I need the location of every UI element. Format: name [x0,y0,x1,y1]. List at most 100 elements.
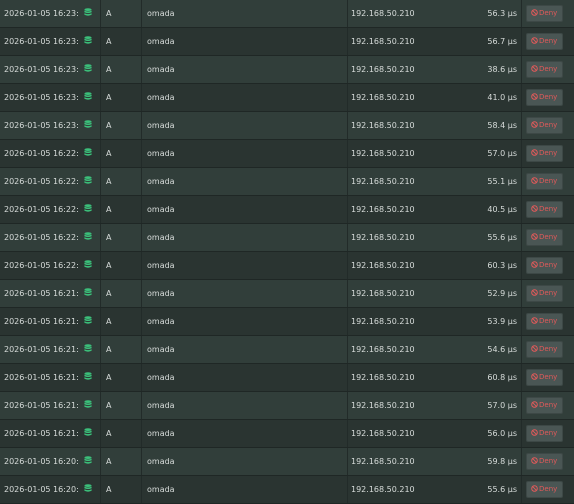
elapsed-cell: 57.0 µs [487,401,517,410]
client-cell[interactable]: omada [147,224,297,251]
ip-address-cell[interactable]: 192.168.50.210 [351,308,471,335]
ip-address-cell[interactable]: 192.168.50.210 [351,364,471,391]
query-type-cell: A [106,345,112,354]
client-cell[interactable]: omada [147,420,297,447]
client-cell[interactable]: omada [147,28,297,55]
database-icon [84,308,94,335]
deny-button[interactable]: Deny [526,397,563,414]
table-row: 2026-01-05 16:20:59 A omada 192.168.50.2… [0,448,574,476]
deny-button[interactable]: Deny [526,229,563,246]
ip-address-cell[interactable]: 192.168.50.210 [351,168,471,195]
client-cell[interactable]: omada [147,252,297,279]
database-icon [84,56,94,83]
ip-address-cell[interactable]: 192.168.50.210 [351,56,471,83]
action-cell: Deny [526,56,564,83]
table-row: 2026-01-05 16:21:59 A omada 192.168.50.2… [0,280,574,308]
deny-button-label: Deny [539,401,558,409]
block-icon [531,457,538,464]
ip-address-cell[interactable]: 192.168.50.210 [351,252,471,279]
database-icon [84,196,94,223]
ip-address-cell[interactable]: 192.168.50.210 [351,336,471,363]
deny-button[interactable]: Deny [526,313,563,330]
deny-button[interactable]: Deny [526,201,563,218]
table-row: 2026-01-05 16:23:00 A omada 192.168.50.2… [0,112,574,140]
time-cell: 2026-01-05 16:22:30 [4,205,78,214]
elapsed-cell: 55.1 µs [487,177,517,186]
elapsed-cell: 40.5 µs [487,205,517,214]
deny-button-label: Deny [539,233,558,241]
action-cell: Deny [526,448,564,475]
ip-address-cell[interactable]: 192.168.50.210 [351,224,471,251]
deny-button-label: Deny [539,345,558,353]
deny-button-label: Deny [539,457,558,465]
time-cell: 2026-01-05 16:21:09 [4,429,78,438]
block-icon [531,345,538,352]
database-icon [84,224,94,251]
deny-button[interactable]: Deny [526,61,563,78]
client-cell[interactable]: omada [147,364,297,391]
ip-address-cell[interactable]: 192.168.50.210 [351,28,471,55]
deny-button-label: Deny [539,289,558,297]
block-icon [531,93,538,100]
query-log-table: 2026-01-05 16:23:40 A omada 192.168.50.2… [0,0,574,504]
database-icon [84,140,94,167]
time-cell: 2026-01-05 16:21:39 [4,345,78,354]
client-cell[interactable]: omada [147,56,297,83]
client-cell[interactable]: omada [147,196,297,223]
time-cell: 2026-01-05 16:22:50 [4,149,78,158]
block-icon [531,289,538,296]
ip-address-cell[interactable]: 192.168.50.210 [351,196,471,223]
ip-address-cell[interactable]: 192.168.50.210 [351,84,471,111]
client-cell[interactable]: omada [147,140,297,167]
elapsed-cell: 54.6 µs [487,345,517,354]
client-cell[interactable]: omada [147,308,297,335]
block-icon [531,149,538,156]
deny-button[interactable]: Deny [526,173,563,190]
ip-address-cell[interactable]: 192.168.50.210 [351,476,471,503]
deny-button[interactable]: Deny [526,369,563,386]
deny-button[interactable]: Deny [526,425,563,442]
deny-button[interactable]: Deny [526,33,563,50]
ip-address-cell[interactable]: 192.168.50.210 [351,140,471,167]
table-row: 2026-01-05 16:21:09 A omada 192.168.50.2… [0,420,574,448]
query-type-cell: A [106,317,112,326]
table-row: 2026-01-05 16:23:30 A omada 192.168.50.2… [0,28,574,56]
deny-button[interactable]: Deny [526,117,563,134]
database-icon [84,168,94,195]
deny-button[interactable]: Deny [526,285,563,302]
client-cell[interactable]: omada [147,0,297,27]
block-icon [531,401,538,408]
client-cell[interactable]: omada [147,84,297,111]
client-cell[interactable]: omada [147,476,297,503]
client-cell[interactable]: omada [147,280,297,307]
deny-button[interactable]: Deny [526,481,563,498]
elapsed-cell: 38.6 µs [487,65,517,74]
ip-address-cell[interactable]: 192.168.50.210 [351,0,471,27]
elapsed-cell: 56.0 µs [487,429,517,438]
client-cell[interactable]: omada [147,168,297,195]
query-type-cell: A [106,65,112,74]
deny-button[interactable]: Deny [526,145,563,162]
deny-button[interactable]: Deny [526,89,563,106]
ip-address-cell[interactable]: 192.168.50.210 [351,448,471,475]
ip-address-cell[interactable]: 192.168.50.210 [351,280,471,307]
table-row: 2026-01-05 16:22:50 A omada 192.168.50.2… [0,140,574,168]
block-icon [531,485,538,492]
deny-button[interactable]: Deny [526,453,563,470]
elapsed-cell: 52.9 µs [487,289,517,298]
client-cell[interactable]: omada [147,448,297,475]
client-cell[interactable]: omada [147,392,297,419]
ip-address-cell[interactable]: 192.168.50.210 [351,420,471,447]
deny-button[interactable]: Deny [526,5,563,22]
block-icon [531,121,538,128]
client-cell[interactable]: omada [147,112,297,139]
deny-button[interactable]: Deny [526,257,563,274]
database-icon [84,28,94,55]
block-icon [531,9,538,16]
ip-address-cell[interactable]: 192.168.50.210 [351,112,471,139]
table-row: 2026-01-05 16:23:20 A omada 192.168.50.2… [0,56,574,84]
table-row: 2026-01-05 16:23:10 A omada 192.168.50.2… [0,84,574,112]
deny-button[interactable]: Deny [526,341,563,358]
ip-address-cell[interactable]: 192.168.50.210 [351,392,471,419]
client-cell[interactable]: omada [147,336,297,363]
